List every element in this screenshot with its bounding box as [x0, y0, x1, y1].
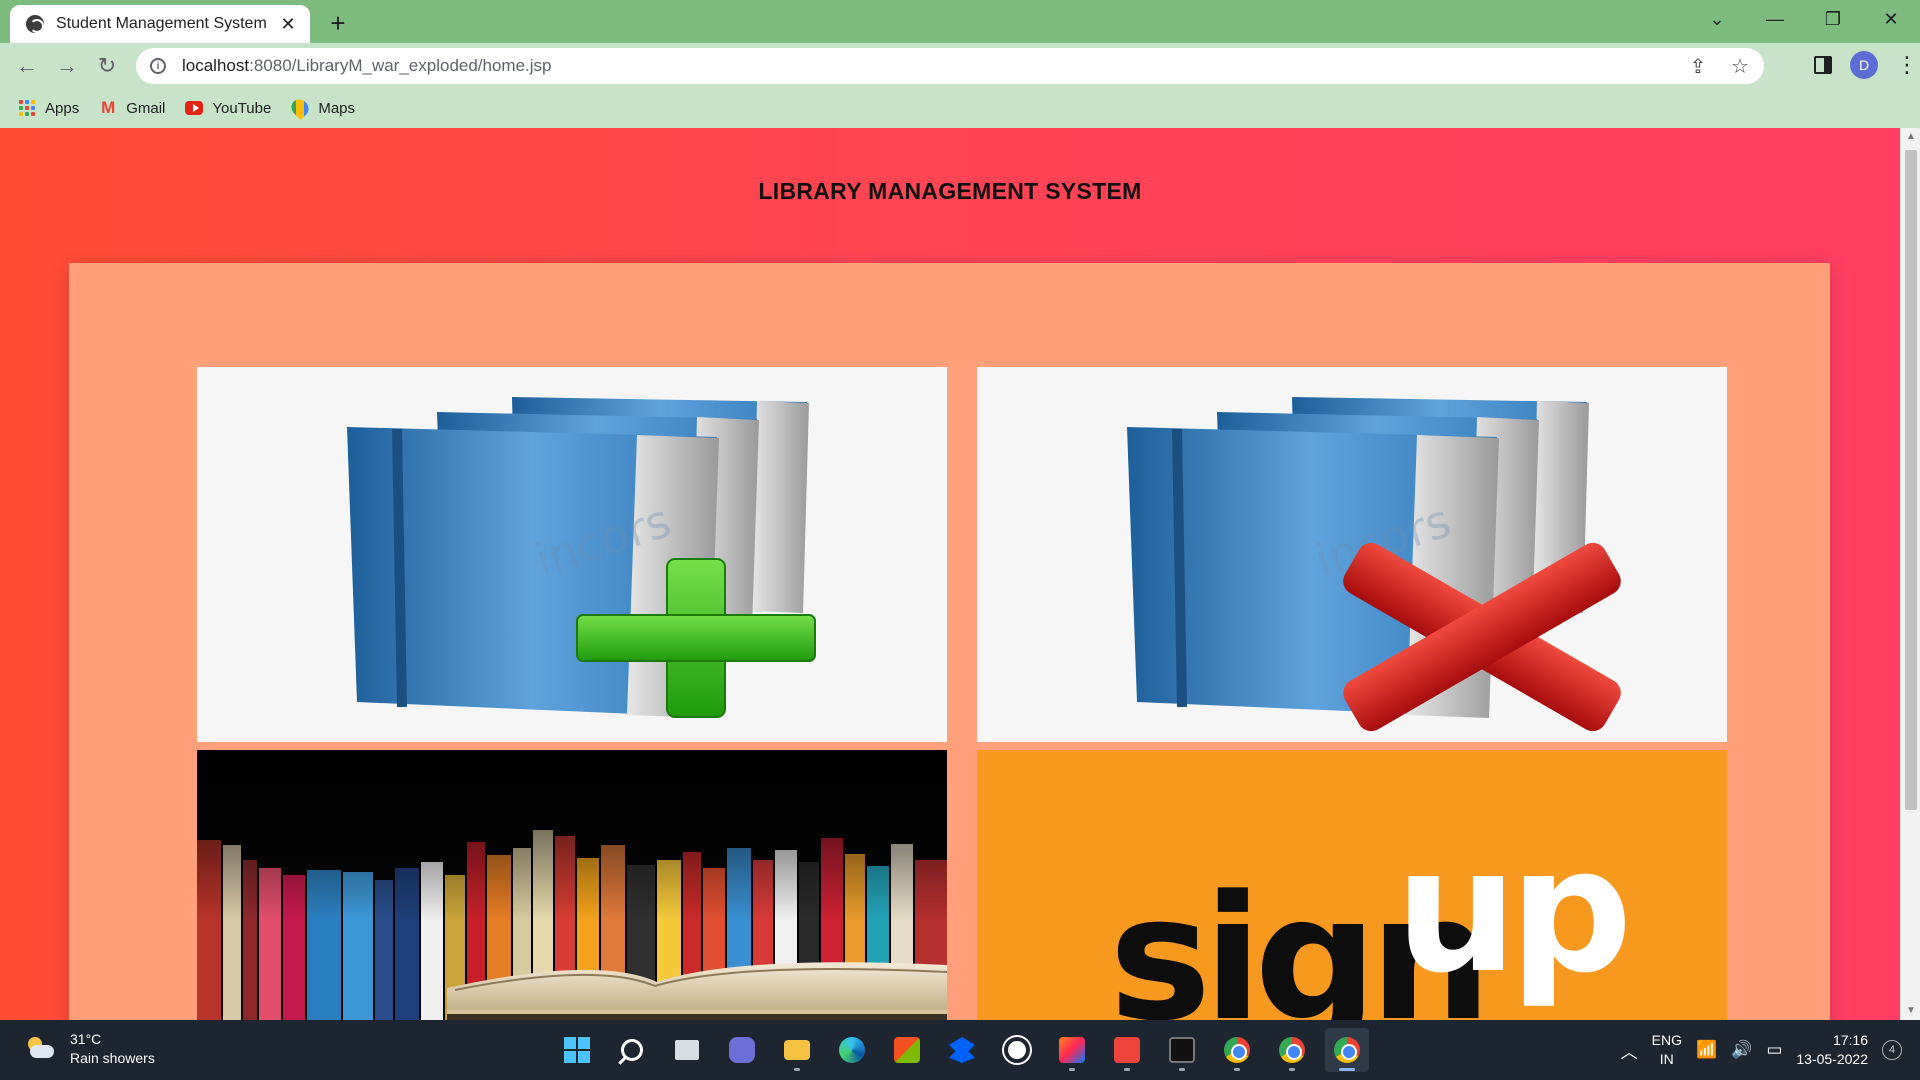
restore-icon[interactable]: ❐ [1804, 0, 1862, 38]
back-arrow-icon[interactable]: ← [7, 46, 47, 86]
signup-card[interactable]: sign up [977, 750, 1727, 1020]
windows-taskbar: 31°C Rain showers ︿ ENG IN 📶 🔊 ▭ 17:16 1… [0, 1020, 1920, 1080]
chrome-icon [1334, 1037, 1360, 1063]
chrome-icon [1224, 1037, 1250, 1063]
volume-icon[interactable]: 🔊 [1731, 1040, 1752, 1060]
chrome-icon [1279, 1037, 1305, 1063]
notification-badge[interactable]: 4 [1882, 1040, 1902, 1060]
weather-condition: Rain showers [70, 1050, 155, 1066]
scroll-down-arrow-icon[interactable]: ▼ [1901, 1002, 1920, 1020]
dropbox-icon [949, 1037, 975, 1063]
bookmark-star-icon[interactable]: ☆ [1728, 54, 1752, 78]
gmail-icon: M [101, 98, 116, 117]
remove-book-image: incors [1127, 397, 1621, 732]
weather-widget[interactable]: 31°C Rain showers [26, 1030, 155, 1068]
language-indicator[interactable]: ENG IN [1652, 1031, 1682, 1069]
scrollbar-thumb[interactable] [1905, 150, 1917, 810]
store-icon [894, 1037, 920, 1063]
browser-tab-strip: Student Management System ✕ + ⌄ — ❐ ✕ [0, 0, 1920, 43]
taskbar-search-button[interactable] [610, 1028, 654, 1072]
tab-title: Student Management System [56, 15, 267, 32]
bookmark-label: Gmail [126, 99, 166, 117]
bookmark-youtube[interactable]: YouTube [185, 99, 271, 117]
share-icon[interactable]: ⇪ [1686, 54, 1710, 78]
start-button[interactable] [555, 1028, 599, 1072]
address-bar[interactable]: i localhost:8080/LibraryM_war_exploded/h… [136, 48, 1764, 84]
forward-arrow-icon[interactable]: → [47, 46, 87, 86]
site-info-icon[interactable]: i [150, 58, 166, 74]
minimize-icon[interactable]: — [1746, 0, 1804, 38]
bookmarks-bar: Apps M Gmail YouTube Maps [0, 88, 1920, 128]
file-explorer-button[interactable] [775, 1028, 819, 1072]
anydesk-icon [1114, 1037, 1140, 1063]
weather-temperature: 31°C [70, 1031, 102, 1047]
youtube-icon [185, 99, 204, 117]
view-books-card[interactable] [197, 750, 947, 1020]
url-text[interactable]: localhost:8080/LibraryM_war_exploded/hom… [182, 56, 552, 76]
github-icon [1004, 1037, 1030, 1063]
menu-panel: incors incors sign up [69, 263, 1830, 1020]
bookmark-gmail[interactable]: M Gmail [99, 98, 166, 117]
system-tray: ︿ ENG IN 📶 🔊 ▭ 17:16 13-05-2022 4 [1621, 1020, 1902, 1080]
window-close-icon[interactable]: ✕ [1862, 0, 1920, 38]
terminal-button[interactable] [1160, 1028, 1204, 1072]
page-viewport: LIBRARY MANAGEMENT SYSTEM incors incors … [0, 128, 1900, 1020]
tab-search-chevron-icon[interactable]: ⌄ [1688, 0, 1746, 38]
scroll-up-arrow-icon[interactable]: ▲ [1901, 128, 1920, 146]
anydesk-button[interactable] [1105, 1028, 1149, 1072]
close-tab-icon[interactable]: ✕ [278, 14, 298, 35]
page-scrollbar[interactable]: ▲ ▼ [1900, 128, 1920, 1020]
bookshelf-image [197, 750, 947, 1020]
intellij-button[interactable] [1050, 1028, 1094, 1072]
add-book-card[interactable]: incors [197, 367, 947, 742]
bookmark-label: YouTube [212, 99, 272, 117]
globe-icon [26, 15, 44, 33]
maps-icon [288, 95, 313, 121]
reload-icon[interactable]: ↻ [87, 46, 127, 86]
task-view-button[interactable] [665, 1028, 709, 1072]
github-desktop-button[interactable] [995, 1028, 1039, 1072]
signup-logo-image: sign up [1109, 810, 1633, 1020]
taskbar-apps [555, 1028, 1369, 1072]
profile-avatar[interactable]: D [1850, 51, 1878, 79]
folder-icon [784, 1040, 810, 1060]
show-hidden-icons-chevron-icon[interactable]: ︿ [1621, 1038, 1638, 1063]
weather-cloud-sun-icon [26, 1037, 56, 1061]
intellij-icon [1059, 1037, 1085, 1063]
teams-chat-button[interactable] [720, 1028, 764, 1072]
battery-icon[interactable]: ▭ [1766, 1040, 1782, 1060]
new-tab-button[interactable]: + [324, 8, 352, 39]
store-button[interactable] [885, 1028, 929, 1072]
browser-menu-icon[interactable]: ⋮ [1896, 52, 1918, 78]
remove-book-card[interactable]: incors [977, 367, 1727, 742]
bookmark-label: Maps [318, 99, 356, 117]
task-view-icon [675, 1040, 699, 1060]
clock-date: 13-05-2022 [1796, 1051, 1868, 1067]
signup-logo-light-text: up [1395, 810, 1625, 1011]
search-icon [621, 1039, 643, 1061]
add-book-image: incors [347, 397, 816, 718]
bookmark-label: Apps [45, 99, 80, 117]
edge-button[interactable] [830, 1028, 874, 1072]
browser-toolbar: ← → ↻ i localhost:8080/LibraryM_war_expl… [0, 43, 1920, 88]
chrome-active-button[interactable] [1325, 1028, 1369, 1072]
clock[interactable]: 17:16 13-05-2022 [1796, 1031, 1868, 1069]
browser-tab[interactable]: Student Management System ✕ [10, 5, 310, 43]
bookmark-maps[interactable]: Maps [288, 95, 356, 121]
clock-time: 17:16 [1832, 1032, 1868, 1048]
window-controls: ⌄ — ❐ ✕ [1688, 0, 1920, 38]
terminal-icon [1169, 1037, 1195, 1063]
apps-grid-icon [18, 99, 36, 117]
chrome-profile-2-button[interactable] [1270, 1028, 1314, 1072]
bookmark-apps[interactable]: Apps [18, 99, 79, 117]
chat-icon [729, 1037, 755, 1063]
page-title: LIBRARY MANAGEMENT SYSTEM [758, 178, 1142, 204]
windows-logo-icon [564, 1037, 590, 1063]
edge-icon [839, 1037, 865, 1063]
chrome-profile-1-button[interactable] [1215, 1028, 1259, 1072]
wifi-icon[interactable]: 📶 [1696, 1040, 1717, 1060]
side-panel-icon[interactable] [1814, 56, 1832, 74]
dropbox-button[interactable] [940, 1028, 984, 1072]
